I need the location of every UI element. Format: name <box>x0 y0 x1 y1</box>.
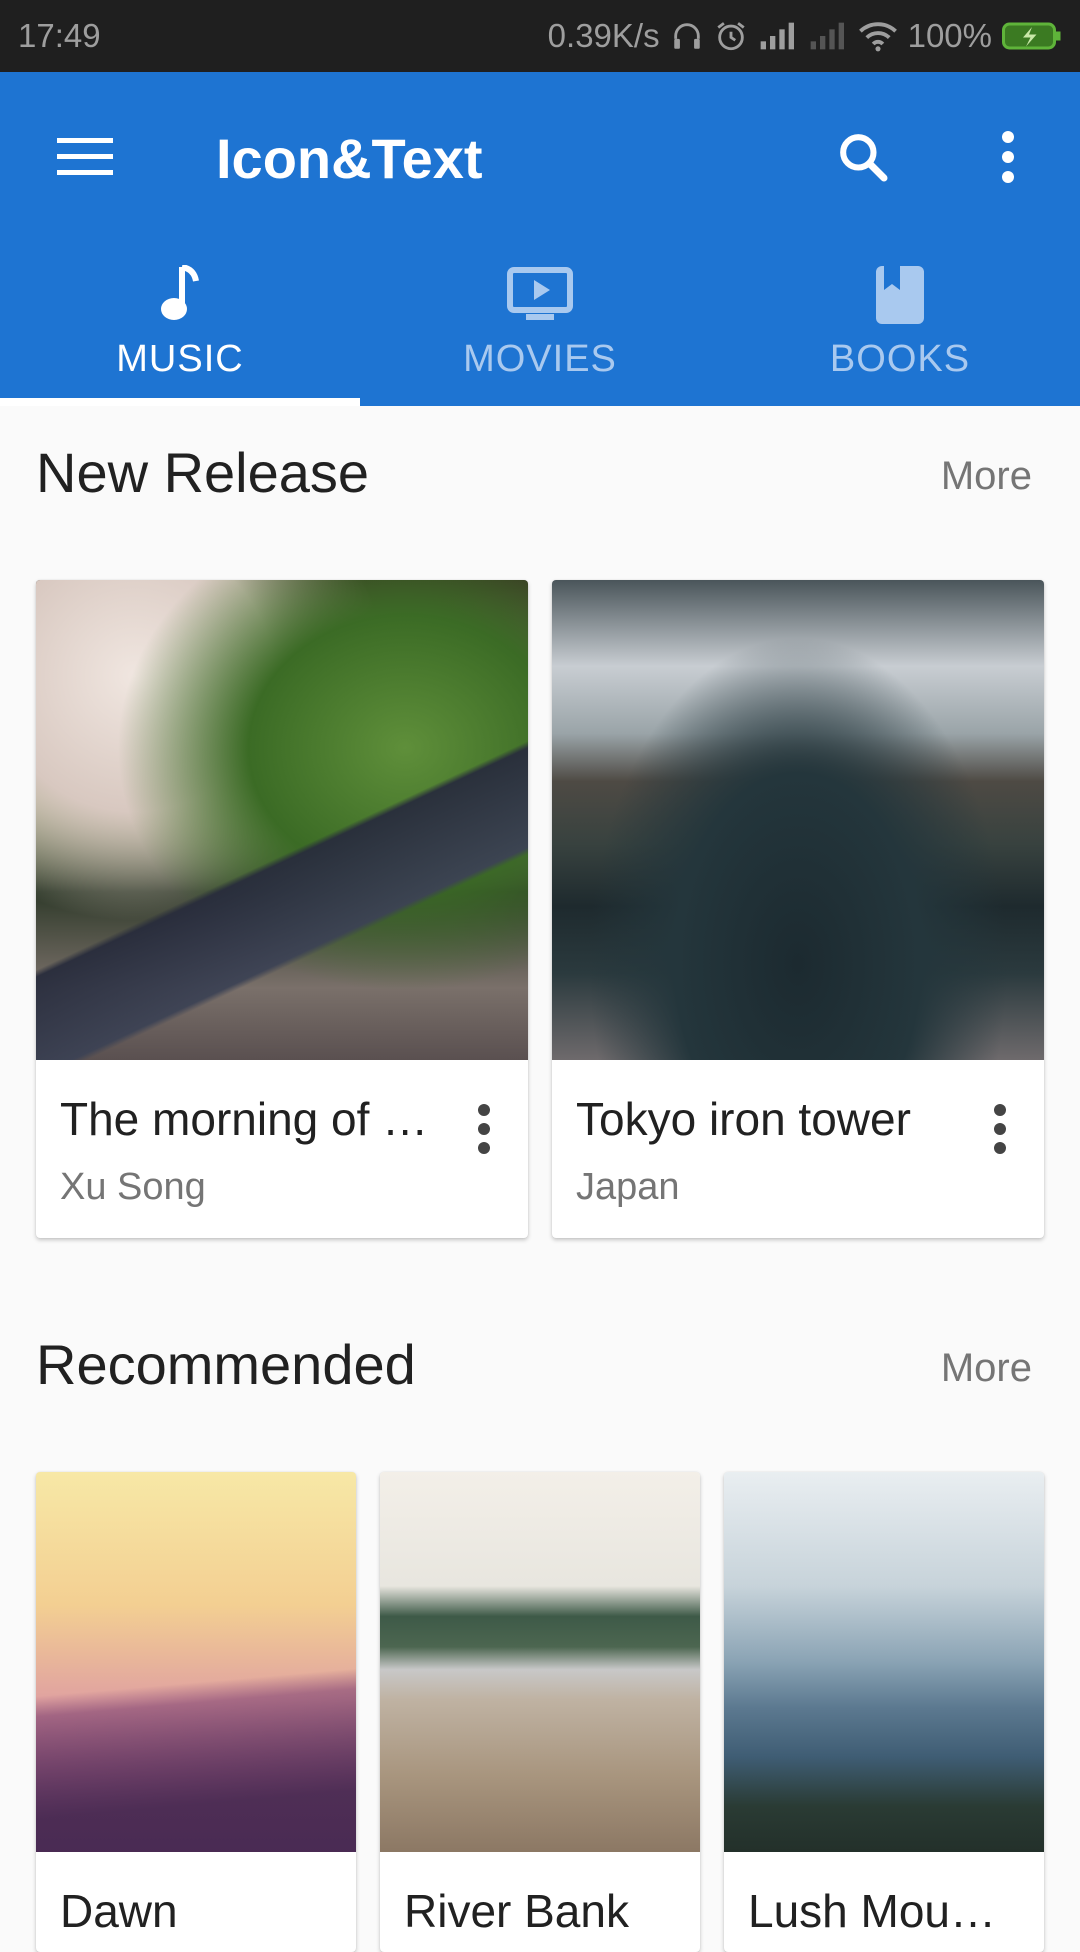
tab-indicator <box>0 398 360 406</box>
recommended-header: Recommended More <box>0 1332 1080 1412</box>
new-release-more-link[interactable]: More <box>941 454 1032 499</box>
card-image-mountains <box>724 1472 1044 1852</box>
new-release-card-1[interactable]: The morning of … Xu Song <box>36 580 528 1238</box>
card-image-bench <box>36 580 528 1060</box>
tab-books[interactable]: BOOKS <box>720 242 1080 406</box>
headphone-icon <box>670 19 704 53</box>
app-bar: Icon&Text MUSIC MOVIES BOOKS <box>0 72 1080 406</box>
tab-bar: MUSIC MOVIES BOOKS <box>0 242 1080 406</box>
hamburger-menu-icon[interactable] <box>50 122 120 192</box>
recommended-more-link[interactable]: More <box>941 1346 1032 1391</box>
recommended-card-1[interactable]: Dawn <box>36 1472 356 1952</box>
alarm-icon <box>714 19 748 53</box>
recommended-title: Recommended <box>36 1333 416 1396</box>
app-title: Icon&Text <box>216 127 483 190</box>
card-title: Lush Mou… <box>748 1885 997 1937</box>
more-vert-icon[interactable] <box>980 1094 1020 1164</box>
wifi-icon <box>858 20 898 52</box>
battery-level: 100% <box>907 17 992 54</box>
tab-music[interactable]: MUSIC <box>0 242 360 406</box>
card-subtitle: Japan <box>576 1166 680 1208</box>
more-vert-icon[interactable] <box>464 1094 504 1164</box>
tab-movies[interactable]: MOVIES <box>360 242 720 406</box>
card-image-dawn <box>36 1472 356 1852</box>
signal-icon <box>758 20 798 52</box>
tab-movies-label: MOVIES <box>463 338 617 380</box>
recommended-card-3[interactable]: Lush Mou… <box>724 1472 1044 1952</box>
card-title: Dawn <box>60 1885 178 1937</box>
battery-charging-icon <box>1002 21 1062 51</box>
tab-music-label: MUSIC <box>116 338 244 380</box>
network-speed: 0.39K/s <box>547 17 660 54</box>
toolbar: Icon&Text <box>0 72 1080 242</box>
status-time: 17:49 <box>18 17 101 54</box>
recommended-card-2[interactable]: River Bank <box>380 1472 700 1952</box>
new-release-header: New Release More <box>0 440 1080 520</box>
card-title: The morning of … <box>60 1093 429 1145</box>
tab-books-label: BOOKS <box>829 338 971 380</box>
new-release-title: New Release <box>36 441 370 504</box>
card-title: Tokyo iron tower <box>576 1093 911 1145</box>
card-image-loom <box>552 580 1044 1060</box>
tv-play-icon <box>506 260 574 330</box>
signal-weak-icon <box>808 20 848 52</box>
card-title: River Bank <box>404 1885 629 1937</box>
book-icon <box>874 260 926 330</box>
search-icon[interactable] <box>828 122 898 192</box>
more-vert-icon[interactable] <box>973 122 1043 192</box>
status-bar: 17:49 0.39K/s 100% <box>0 0 1080 72</box>
new-release-card-2[interactable]: Tokyo iron tower Japan <box>552 580 1044 1238</box>
music-note-icon <box>158 260 202 330</box>
card-image-river <box>380 1472 700 1852</box>
card-subtitle: Xu Song <box>60 1166 206 1208</box>
